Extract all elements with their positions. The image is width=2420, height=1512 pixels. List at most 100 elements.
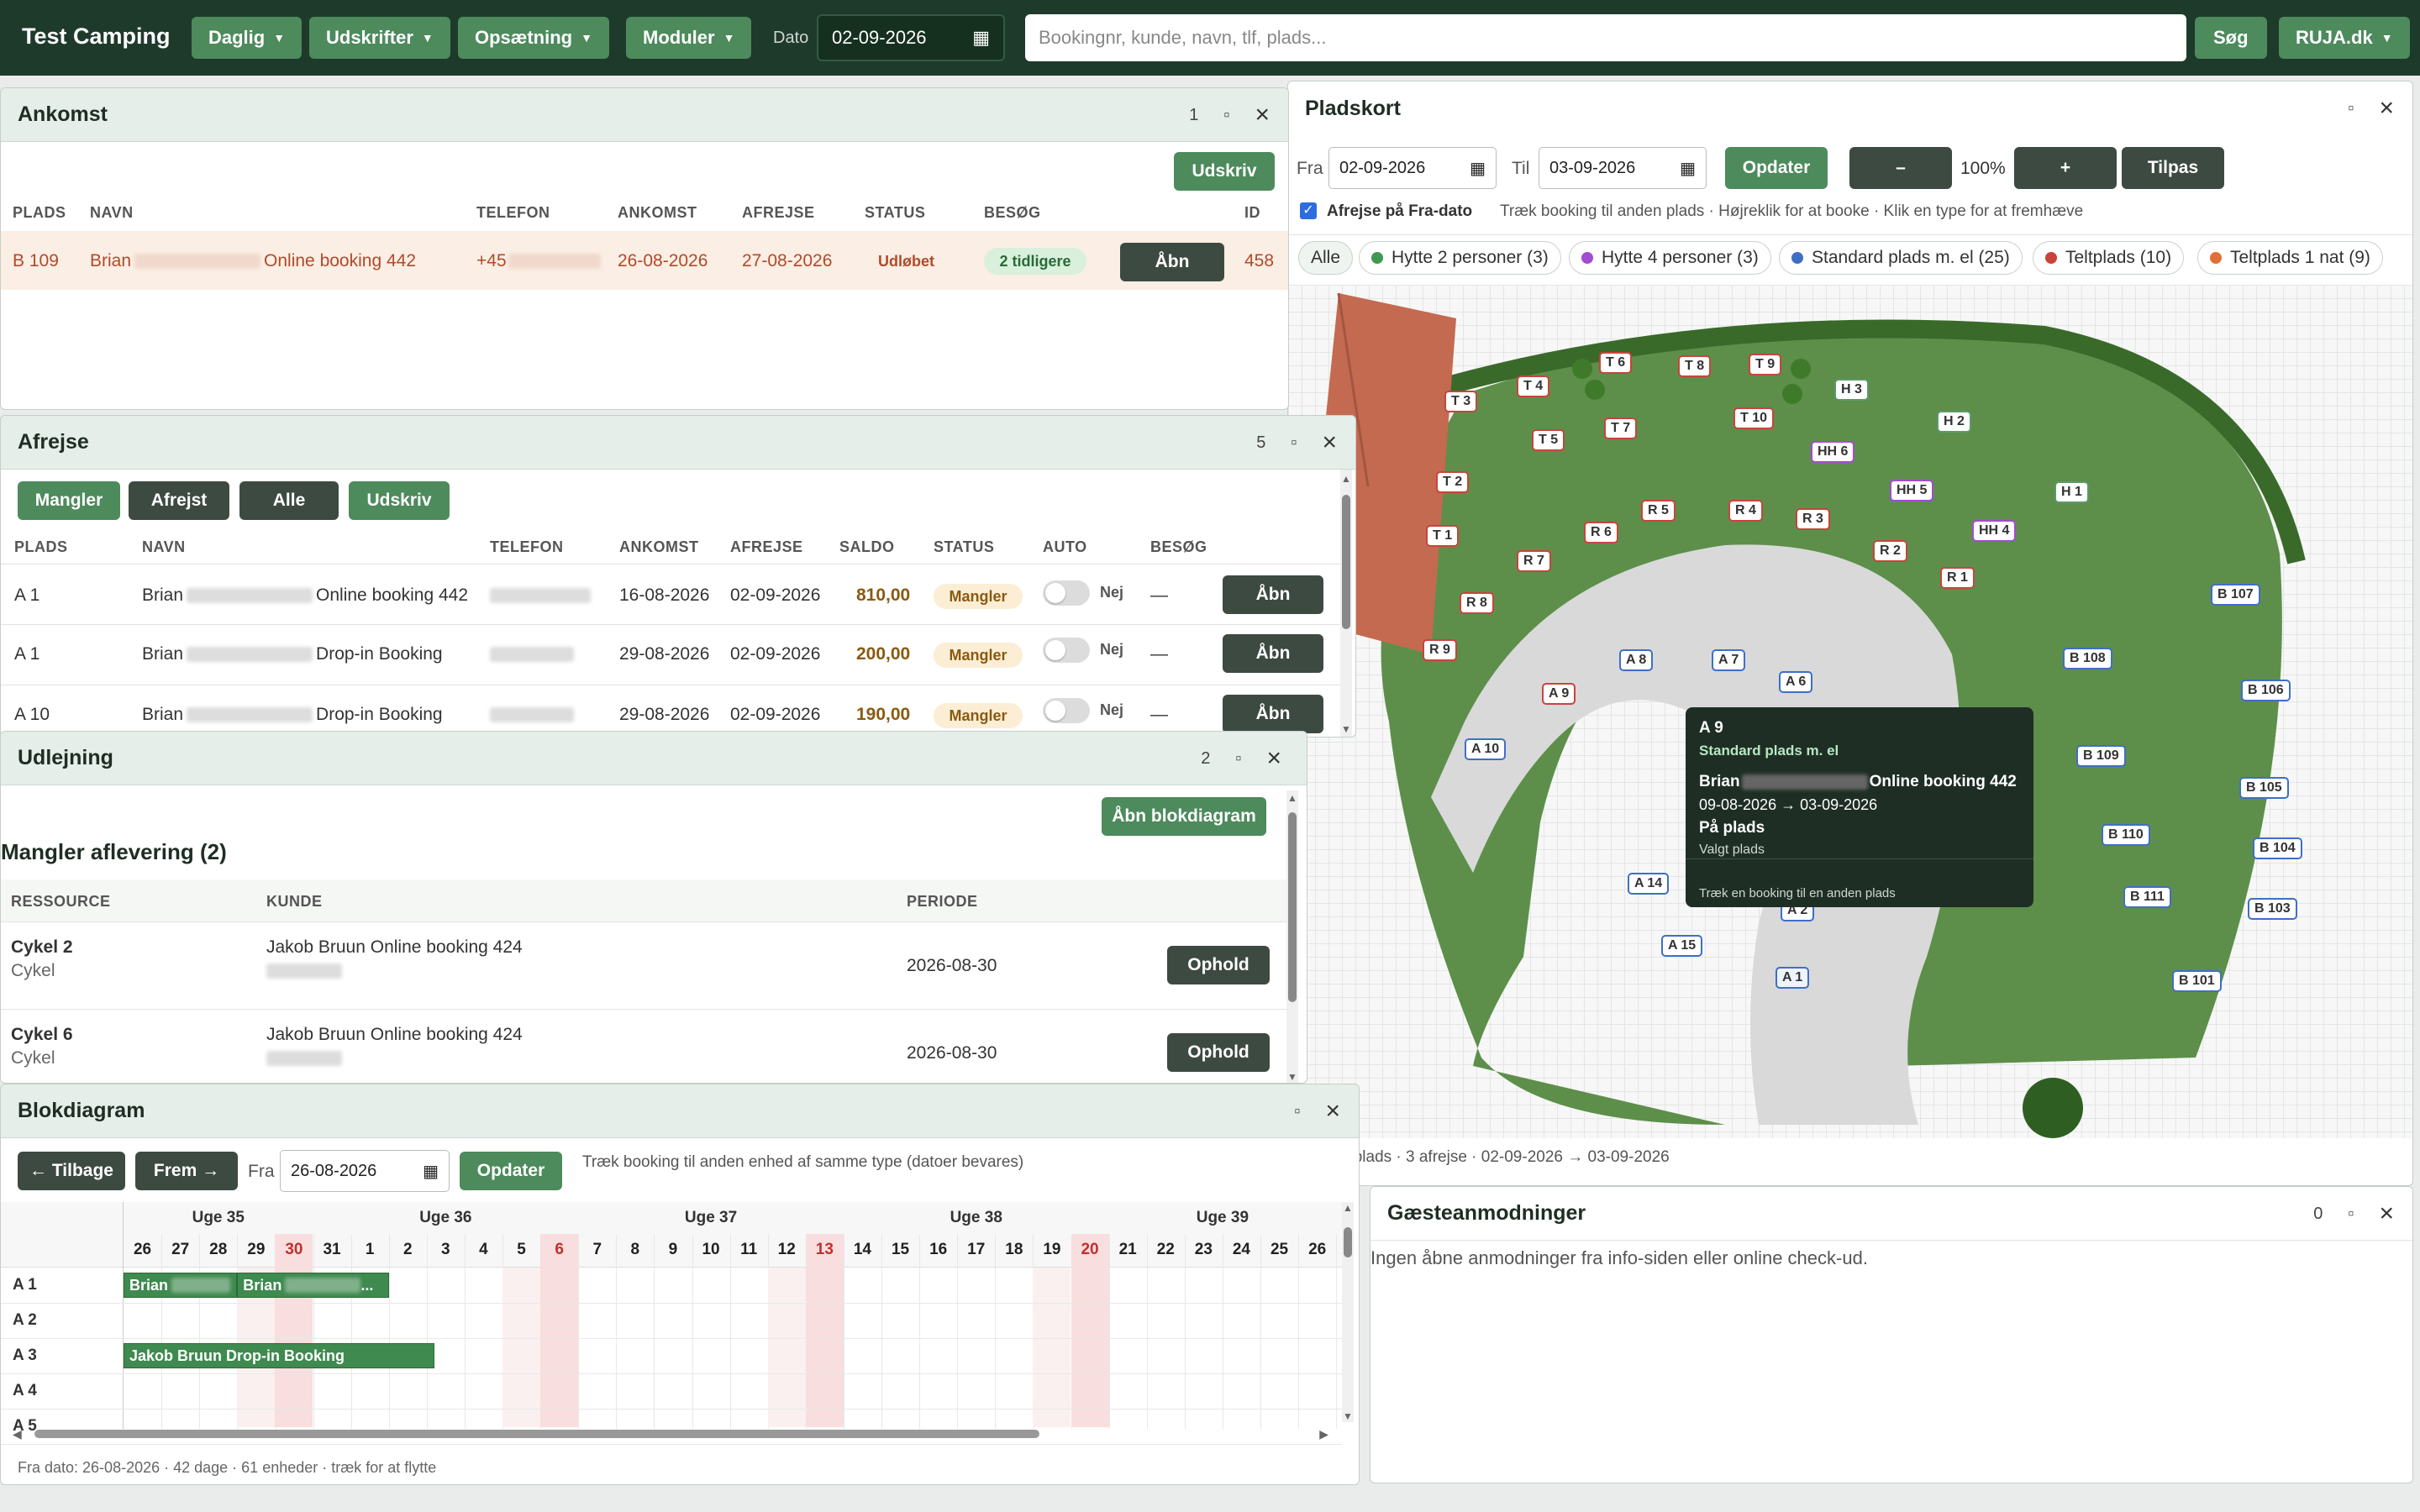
zoom-out-button[interactable]: – (1849, 147, 1952, 189)
update-button[interactable]: Opdater (460, 1152, 562, 1190)
site-t10[interactable]: T 10 (1733, 407, 1775, 429)
scroll-right-icon[interactable]: ▶ (1319, 1427, 1328, 1441)
site-t8[interactable]: T 8 (1678, 355, 1712, 377)
site-t9[interactable]: T 9 (1749, 354, 1782, 375)
site-r9[interactable]: R 9 (1423, 639, 1457, 661)
maximize-icon[interactable]: ▫ (1235, 749, 1241, 769)
site-b107[interactable]: B 107 (2211, 584, 2260, 606)
scrollbar[interactable]: ▲ ▼ (1340, 470, 1352, 737)
menu-moduler[interactable]: Moduler ▼ (626, 17, 752, 59)
site-t2[interactable]: T 2 (1436, 471, 1470, 493)
chip-hytte2[interactable]: Hytte 2 personer (3) (1359, 241, 1561, 275)
site-a14[interactable]: A 14 (1628, 873, 1670, 895)
site-t3[interactable]: T 3 (1444, 391, 1478, 412)
ophold-button[interactable]: Ophold (1167, 946, 1270, 984)
close-icon[interactable]: × (2379, 94, 2394, 123)
back-button[interactable]: ← Tilbage (18, 1152, 125, 1190)
scroll-thumb[interactable] (1344, 1227, 1352, 1257)
site-a15[interactable]: A 15 (1661, 935, 1703, 957)
date-input[interactable]: 02-09-2026 ▦ (817, 14, 1005, 61)
open-button[interactable]: Åbn (1223, 575, 1323, 614)
site-b110[interactable]: B 110 (2102, 824, 2150, 846)
maximize-icon[interactable]: ▫ (1294, 1102, 1300, 1121)
auto-toggle[interactable] (1043, 638, 1090, 663)
site-a8[interactable]: A 8 (1619, 649, 1654, 671)
menu-opsaetning[interactable]: Opsætning ▼ (458, 17, 609, 59)
site-b101[interactable]: B 101 (2172, 970, 2222, 992)
fra-date-input[interactable]: 02-09-2026 ▦ (1328, 147, 1497, 189)
site-r2[interactable]: R 2 (1873, 540, 1907, 562)
site-hh6[interactable]: HH 6 (1811, 441, 1855, 463)
site-r7[interactable]: R 7 (1517, 550, 1551, 572)
close-icon[interactable]: × (1322, 428, 1337, 457)
site-a9[interactable]: A 9 (1542, 683, 1576, 705)
site-b109[interactable]: B 109 (2076, 745, 2126, 767)
chip-standard[interactable]: Standard plads m. el (25) (1779, 241, 2023, 275)
open-button[interactable]: Åbn (1120, 243, 1224, 281)
site-b111[interactable]: B 111 (2123, 886, 2171, 908)
scroll-thumb[interactable] (1342, 495, 1350, 629)
ophold-button[interactable]: Ophold (1167, 1033, 1270, 1072)
print-button[interactable]: Udskriv (1174, 152, 1275, 191)
maximize-icon[interactable]: ▫ (2348, 99, 2354, 118)
site-t6[interactable]: T 6 (1599, 352, 1633, 374)
site-r4[interactable]: R 4 (1728, 500, 1763, 522)
site-r1[interactable]: R 1 (1940, 567, 1975, 589)
open-blockdiagram-button[interactable]: Åbn blokdiagram (1102, 797, 1266, 836)
table-row[interactable]: B 109 Brian Online booking 442 +45 26-08-… (1, 231, 1288, 290)
maximize-icon[interactable]: ▫ (1223, 106, 1229, 125)
site-a1[interactable]: A 1 (1776, 967, 1810, 989)
forward-button[interactable]: Frem → (135, 1152, 238, 1190)
site-b103[interactable]: B 103 (2248, 898, 2297, 920)
print-button[interactable]: Udskriv (349, 481, 450, 520)
close-icon[interactable]: × (1325, 1097, 1340, 1126)
h-scrollbar[interactable]: ◀ ▶ (13, 1427, 1328, 1441)
table-row[interactable]: Cykel 2 Cykel Jakob Bruun Online booking… (1, 921, 1286, 1009)
til-date-input[interactable]: 03-09-2026 ▦ (1539, 147, 1707, 189)
site-t5[interactable]: T 5 (1532, 429, 1565, 451)
close-icon[interactable]: × (2379, 1200, 2394, 1228)
app-brand[interactable]: Test Camping (22, 24, 171, 50)
site-h3[interactable]: H 3 (1834, 379, 1869, 401)
scroll-thumb[interactable] (1288, 812, 1297, 1002)
chip-teltplads[interactable]: Teltplads (10) (2033, 241, 2185, 275)
zoom-in-button[interactable]: + (2014, 147, 2117, 189)
site-a10[interactable]: A 10 (1465, 738, 1507, 760)
scrollbar[interactable]: ▲ ▼ (1342, 1202, 1354, 1422)
site-hh4[interactable]: HH 4 (1972, 520, 2017, 542)
scrollbar[interactable]: ▲ ▼ (1286, 790, 1298, 1083)
menu-daglig[interactable]: Daglig ▼ (192, 17, 302, 59)
site-r6[interactable]: R 6 (1584, 522, 1618, 543)
block-grid[interactable]: Uge 35 Uge 36 Uge 37 Uge 38 Uge 39 26 27 28 29 30… (1, 1202, 1342, 1445)
fra-date-input[interactable]: 26-08-2026 ▦ (280, 1150, 450, 1192)
search-input[interactable]: Bookingnr, kunde, navn, tlf, plads... (1025, 14, 2186, 61)
site-r3[interactable]: R 3 (1796, 508, 1830, 530)
site-b108[interactable]: B 108 (2063, 648, 2112, 669)
site-b104[interactable]: B 104 (2253, 837, 2302, 859)
maximize-icon[interactable]: ▫ (1291, 433, 1297, 453)
site-t7[interactable]: T 7 (1604, 417, 1638, 439)
auto-toggle[interactable] (1043, 580, 1090, 606)
booking-bar[interactable]: Jakob Bruun Drop-in Booking (124, 1343, 434, 1368)
open-button[interactable]: Åbn (1223, 634, 1323, 673)
site-hh5[interactable]: HH 5 (1890, 480, 1934, 501)
filter-mangler[interactable]: Mangler (18, 481, 120, 520)
booking-bar[interactable]: Brian... (237, 1273, 389, 1298)
chip-alle[interactable]: Alle (1298, 241, 1354, 275)
chip-teltplads-1nat[interactable]: Teltplads 1 nat (9) (2197, 241, 2383, 275)
close-icon[interactable]: × (1255, 101, 1270, 129)
scroll-down-icon[interactable]: ▼ (1286, 1071, 1298, 1083)
scroll-down-icon[interactable]: ▼ (1340, 723, 1352, 735)
site-menu-button[interactable]: RUJA.dk ▼ (2279, 17, 2410, 59)
search-button[interactable]: Søg (2195, 17, 2267, 59)
site-a6[interactable]: A 6 (1779, 671, 1813, 693)
site-r5[interactable]: R 5 (1641, 500, 1676, 522)
auto-toggle[interactable] (1043, 698, 1090, 723)
scroll-up-icon[interactable]: ▲ (1340, 473, 1352, 485)
checkbox-afrejse[interactable]: ✓ (1300, 202, 1317, 219)
filter-afrejst[interactable]: Afrejst (129, 481, 229, 520)
table-row[interactable]: A 1 Brian Online booking 442 16-08-2026 0… (1, 565, 1342, 624)
open-button[interactable]: Åbn (1223, 695, 1323, 733)
maximize-icon[interactable]: ▫ (2348, 1205, 2354, 1224)
fit-button[interactable]: Tilpas (2122, 147, 2224, 189)
